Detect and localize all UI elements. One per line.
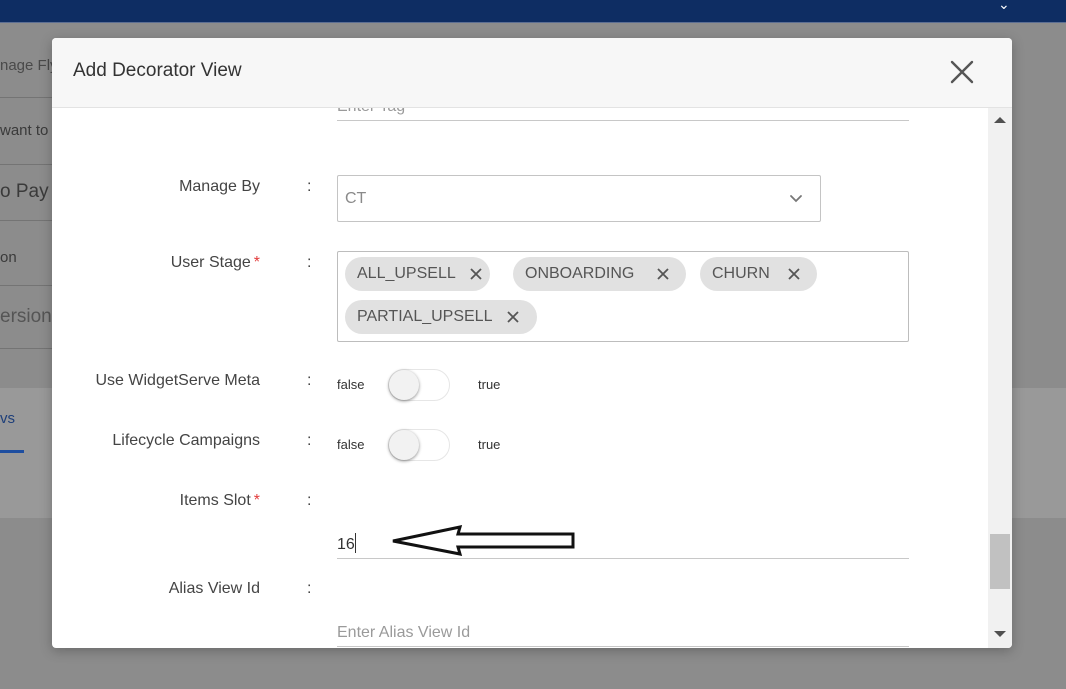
toggle-true-label: true: [478, 437, 501, 452]
chip-label: PARTIAL_UPSELL: [357, 308, 493, 325]
background-row: on: [0, 221, 60, 286]
required-asterisk: *: [253, 492, 260, 509]
arrow-left-icon: [392, 525, 575, 556]
modal-body: Manage By : CT User Stage* : ALL_UPSELL …: [52, 108, 988, 648]
toggle-knob: [389, 430, 419, 460]
chevron-icon: ⌄: [998, 0, 1010, 12]
background-row: o Pay: [0, 165, 60, 221]
chip-all-upsell: ALL_UPSELL: [345, 257, 490, 291]
required-asterisk: *: [253, 254, 260, 271]
toggle-false-label: false: [337, 437, 365, 452]
chip-label: CHURN: [712, 265, 770, 282]
use-widgetserve-meta-toggle[interactable]: [388, 369, 450, 401]
modal-title: Add Decorator View: [73, 60, 242, 81]
top-navigation-bar: ⌄: [0, 0, 1066, 23]
toggle-true-label: true: [478, 377, 501, 392]
chip-label: ALL_UPSELL: [357, 265, 456, 282]
tag-input[interactable]: [337, 108, 909, 121]
field-colon: :: [307, 580, 312, 597]
chip-onboarding: ONBOARDING: [513, 257, 686, 291]
lifecycle-campaigns-label: Lifecycle Campaigns: [112, 432, 260, 449]
chip-partial-upsell: PARTIAL_UPSELL: [345, 300, 537, 334]
user-stage-multiselect[interactable]: ALL_UPSELL ONBOARDING CHURN PARTIAL_UPSE…: [337, 251, 909, 342]
text-caret: [355, 533, 356, 553]
field-colon: :: [307, 432, 312, 449]
use-widgetserve-meta-label: Use WidgetServe Meta: [95, 372, 260, 389]
lifecycle-campaigns-toggle[interactable]: [388, 429, 450, 461]
background-row: ersion: [0, 286, 60, 349]
field-colon: :: [307, 372, 312, 389]
items-slot-label: Items Slot *: [179, 492, 260, 509]
close-icon[interactable]: [787, 267, 801, 281]
modal-header: Add Decorator View: [52, 38, 1012, 108]
scroll-up-arrow-icon[interactable]: [994, 117, 1006, 123]
add-decorator-view-modal: Add Decorator View Manage By : CT User S…: [52, 38, 1012, 648]
close-icon[interactable]: [506, 310, 520, 324]
manage-by-value: CT: [345, 190, 367, 207]
close-icon[interactable]: [656, 267, 670, 281]
background-row: want to: [0, 98, 60, 165]
chip-label: ONBOARDING: [525, 265, 635, 282]
toggle-knob: [389, 370, 419, 400]
alias-view-id-input[interactable]: [337, 620, 909, 647]
close-button[interactable]: [946, 56, 978, 88]
field-colon: :: [307, 178, 312, 195]
modal-scrollbar[interactable]: [988, 108, 1012, 648]
manage-by-select[interactable]: CT: [337, 175, 821, 222]
scroll-down-arrow-icon[interactable]: [994, 631, 1006, 637]
field-colon: :: [307, 492, 312, 509]
close-icon: [950, 60, 974, 84]
user-stage-label: User Stage *: [170, 254, 260, 271]
chip-churn: CHURN: [700, 257, 817, 291]
manage-by-label: Manage By: [179, 178, 260, 195]
background-tab: vs: [0, 410, 15, 427]
background-tab-underline: [0, 450, 24, 453]
chevron-down-icon: [790, 195, 802, 203]
close-icon[interactable]: [469, 267, 483, 281]
background-row: nage Fly: [0, 39, 60, 98]
field-colon: :: [307, 254, 312, 271]
alias-view-id-label: Alias View Id: [168, 580, 260, 597]
toggle-false-label: false: [337, 377, 365, 392]
scrollbar-thumb[interactable]: [990, 534, 1010, 589]
